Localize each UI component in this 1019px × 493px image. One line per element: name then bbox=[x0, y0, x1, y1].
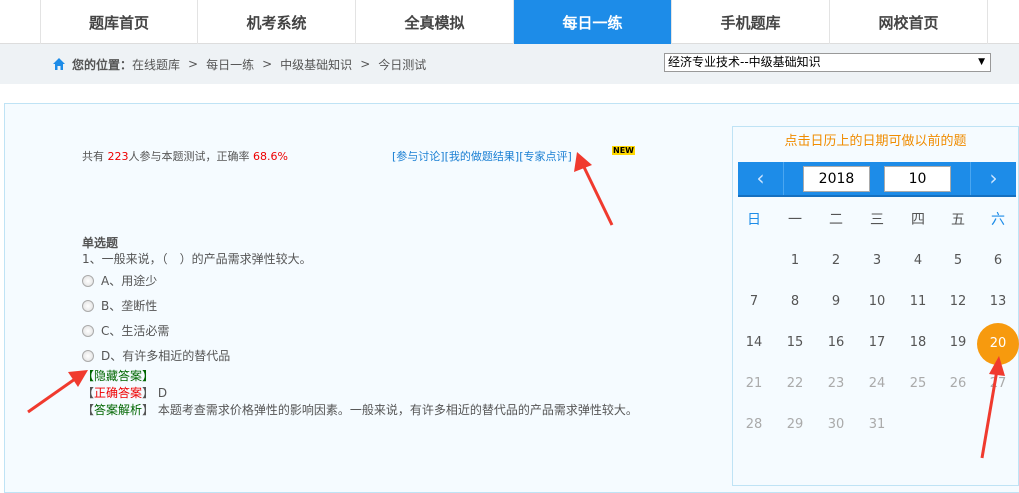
weekday-header: 日 bbox=[747, 212, 761, 228]
calendar-hint: 点击日历上的日期可做以前的题 bbox=[784, 134, 967, 149]
stats-text: 共有 bbox=[82, 150, 108, 163]
option-a[interactable]: A、用途少 bbox=[82, 268, 638, 293]
tab-mock-exam[interactable]: 全真模拟 bbox=[356, 0, 514, 44]
weekday-header: 五 bbox=[951, 212, 965, 228]
breadcrumb-item: 今日测试 bbox=[378, 57, 427, 72]
analysis-label: 答案解析 bbox=[94, 403, 143, 417]
question-type: 单选题 bbox=[82, 236, 119, 250]
participant-count: 223 bbox=[107, 150, 129, 163]
breadcrumb-prefix: 您的位置： bbox=[72, 57, 133, 72]
calendar-day[interactable]: 8 bbox=[775, 294, 815, 309]
option-label: D、有许多相近的替代品 bbox=[101, 349, 231, 363]
stats-text: 人参与本题测试，正确率 bbox=[128, 150, 253, 163]
calendar-day[interactable]: 9 bbox=[816, 294, 856, 309]
question-links: [参与讨论][我的做题结果][专家点评] bbox=[392, 148, 572, 164]
calendar-day: 29 bbox=[786, 417, 804, 432]
radio-button[interactable] bbox=[82, 274, 94, 287]
question: 单选题 1、一般来说，（ ）的产品需求弹性较大。 A、用途少 B、垄断性 C、生… bbox=[82, 234, 638, 419]
calendar-day[interactable]: 18 bbox=[898, 335, 938, 350]
tab-mobile-tiku[interactable]: 手机题库 bbox=[672, 0, 830, 44]
option-d[interactable]: D、有许多相近的替代品 bbox=[82, 343, 638, 368]
breadcrumb-item[interactable]: 在线题库 bbox=[132, 56, 180, 73]
calendar-day[interactable]: 19 bbox=[938, 335, 978, 350]
question-stem: 1、一般来说，（ ）的产品需求弹性较大。 bbox=[82, 252, 312, 266]
calendar-day[interactable]: 10 bbox=[857, 294, 897, 309]
correct-answer-label: 正确答案 bbox=[94, 386, 143, 400]
calendar-day[interactable]: 7 bbox=[734, 294, 774, 309]
top-nav: 题库首页 机考系统 全真模拟 每日一练 手机题库 网校首页 bbox=[0, 0, 1019, 44]
next-month-button[interactable]: › bbox=[970, 162, 1016, 195]
correct-answer-value: D bbox=[157, 386, 168, 400]
calendar-day[interactable]: 16 bbox=[816, 335, 856, 350]
calendar-day[interactable]: 4 bbox=[898, 253, 938, 268]
calendar-day: 30 bbox=[827, 417, 845, 432]
calendar-day: 21 bbox=[745, 376, 763, 391]
radio-button[interactable] bbox=[82, 324, 94, 337]
calendar-day[interactable]: 2 bbox=[816, 253, 856, 268]
prev-month-button[interactable]: ‹ bbox=[738, 162, 784, 195]
accuracy-rate: 68.6% bbox=[253, 150, 288, 163]
weekday-header: 六 bbox=[991, 212, 1005, 228]
new-badge: NEW bbox=[612, 146, 635, 155]
calendar-day[interactable]: 17 bbox=[857, 335, 897, 350]
home-icon bbox=[53, 58, 65, 70]
tab-tiku-home[interactable]: 题库首页 bbox=[40, 0, 198, 44]
weekday-header: 二 bbox=[829, 212, 843, 228]
my-results-link[interactable]: [我的做题结果] bbox=[445, 150, 520, 163]
tab-exam-system[interactable]: 机考系统 bbox=[198, 0, 356, 44]
calendar-day-today[interactable]: 20 bbox=[977, 323, 1019, 365]
calendar-day[interactable]: 6 bbox=[978, 253, 1018, 268]
calendar-day[interactable]: 3 bbox=[857, 253, 897, 268]
option-b[interactable]: B、垄断性 bbox=[82, 293, 638, 318]
breadcrumb-sep: > bbox=[360, 57, 371, 71]
calendar-day: 24 bbox=[868, 376, 886, 391]
subject-select[interactable]: 经济专业技术--中级基础知识 ▼ bbox=[664, 53, 991, 72]
month-input[interactable]: 10 bbox=[884, 166, 951, 192]
breadcrumb-sep: > bbox=[188, 57, 199, 71]
tab-school-home[interactable]: 网校首页 bbox=[830, 0, 988, 44]
test-stats: 共有 223人参与本题测试，正确率 68.6% bbox=[82, 148, 288, 164]
weekday-header: 三 bbox=[870, 212, 884, 228]
breadcrumb-item[interactable]: 每日一练 bbox=[206, 56, 254, 73]
tab-daily-practice[interactable]: 每日一练 bbox=[514, 0, 672, 44]
option-label: A、用途少 bbox=[101, 274, 158, 288]
calendar: 点击日历上的日期可做以前的题 ‹ 2018 10 › 日一二三四五六123456… bbox=[732, 126, 1019, 486]
option-label: C、生活必需 bbox=[101, 324, 170, 338]
calendar-day[interactable]: 13 bbox=[978, 294, 1018, 309]
dropdown-arrow-icon: ▼ bbox=[978, 57, 985, 67]
breadcrumb-sep: > bbox=[262, 57, 273, 71]
breadcrumb-item[interactable]: 中级基础知识 bbox=[280, 56, 352, 73]
calendar-day[interactable]: 14 bbox=[734, 335, 774, 350]
calendar-day[interactable]: 1 bbox=[775, 253, 815, 268]
year-input[interactable]: 2018 bbox=[803, 166, 870, 192]
calendar-day: 31 bbox=[868, 417, 886, 432]
calendar-day[interactable]: 11 bbox=[898, 294, 938, 309]
analysis-text: 本题考查需求价格弹性的影响因素。一般来说，有许多相近的替代品的产品需求弹性较大。 bbox=[157, 403, 638, 417]
weekday-header: 四 bbox=[911, 212, 925, 228]
hide-answer-button[interactable]: 【隐藏答案】 bbox=[82, 368, 638, 385]
discuss-link[interactable]: [参与讨论] bbox=[392, 150, 445, 163]
calendar-day[interactable]: 15 bbox=[775, 335, 815, 350]
option-c[interactable]: C、生活必需 bbox=[82, 318, 638, 343]
weekday-header: 一 bbox=[788, 212, 802, 228]
option-label: B、垄断性 bbox=[101, 299, 158, 313]
calendar-day: 22 bbox=[786, 376, 804, 391]
calendar-day: 23 bbox=[827, 376, 845, 391]
answer-analysis: 【答案解析】 本题考查需求价格弹性的影响因素。一般来说，有许多相近的替代品的产品… bbox=[82, 403, 638, 417]
calendar-day: 27 bbox=[989, 376, 1007, 391]
calendar-day: 25 bbox=[909, 376, 927, 391]
correct-answer: 【正确答案】 D bbox=[82, 386, 168, 400]
subject-select-value: 经济专业技术--中级基础知识 bbox=[668, 55, 821, 69]
calendar-day[interactable]: 5 bbox=[938, 253, 978, 268]
calendar-day[interactable]: 12 bbox=[938, 294, 978, 309]
calendar-day: 26 bbox=[949, 376, 967, 391]
radio-button[interactable] bbox=[82, 349, 94, 362]
calendar-day: 28 bbox=[745, 417, 763, 432]
calendar-header: ‹ 2018 10 › bbox=[738, 162, 1016, 197]
radio-button[interactable] bbox=[82, 299, 94, 312]
expert-review-link[interactable]: [专家点评] bbox=[519, 150, 572, 163]
